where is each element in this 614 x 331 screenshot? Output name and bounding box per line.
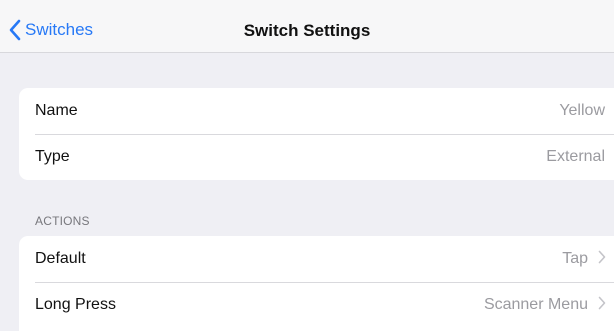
default-action-label: Default (35, 250, 86, 267)
name-value: Yellow (559, 102, 605, 119)
long-press-action-value-container: Scanner Menu (484, 296, 606, 315)
type-label: Type (35, 148, 70, 165)
long-press-action-row[interactable]: Long Press Scanner Menu (19, 282, 614, 328)
chevron-right-icon (598, 250, 606, 269)
type-row: Type External (19, 134, 614, 180)
page-title: Switch Settings (243, 21, 371, 40)
default-action-value-container: Tap (562, 250, 606, 269)
switch-info-group: Name Yellow Type External (19, 88, 614, 180)
navigation-bar: Switches Switch Settings (0, 0, 614, 53)
default-action-value: Tap (562, 250, 588, 267)
long-press-action-label: Long Press (35, 296, 116, 313)
default-action-row[interactable]: Default Tap (19, 236, 614, 282)
name-label: Name (35, 102, 78, 119)
name-row[interactable]: Name Yellow (19, 88, 614, 134)
chevron-right-icon (598, 296, 606, 315)
long-press-action-value: Scanner Menu (483, 296, 588, 313)
actions-group: Default Tap Long Press Scanner Menu (19, 236, 614, 331)
type-value: External (546, 148, 605, 165)
actions-section-header: ACTIONS (35, 214, 90, 228)
